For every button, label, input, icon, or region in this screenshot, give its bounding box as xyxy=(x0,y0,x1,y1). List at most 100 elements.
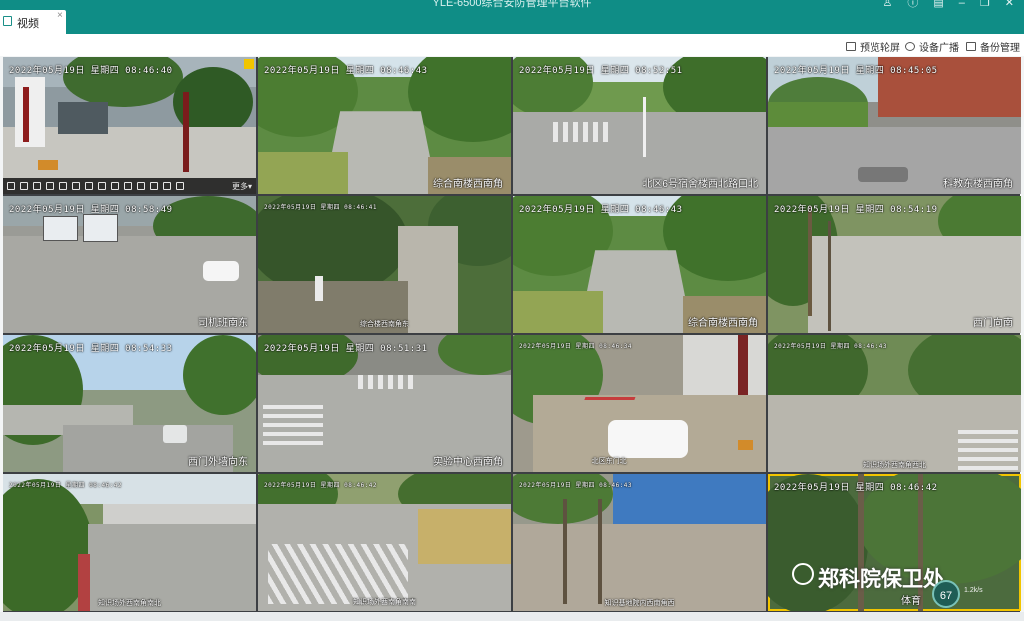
camera-timestamp: 2022年05月19日 星期四 08:54:19 xyxy=(774,205,938,215)
grass xyxy=(513,291,603,333)
camera-timestamp: 2022年05月19日 星期四 08:46:43 xyxy=(264,66,428,76)
camera-tile[interactable]: 2022年05月19日 星期四 08:46:40 更多▾ xyxy=(3,57,256,194)
camera-tile[interactable]: 2022年05月19日 星期四 08:51:31 实验中心西南角 xyxy=(258,335,511,472)
road-sign xyxy=(738,440,753,450)
car xyxy=(163,425,187,443)
speed-value: 67 xyxy=(939,590,953,602)
camera-tile[interactable]: 2022年05月19日 星期四 08:54:19 西门向南 xyxy=(768,196,1021,333)
close-icon[interactable]: ✕ xyxy=(1005,0,1014,9)
broadcast-label: 设备广播 xyxy=(919,42,959,54)
camera-label: 综合南楼西南角 xyxy=(433,179,503,190)
maximize-icon[interactable]: ❐ xyxy=(980,0,990,9)
app-title: YLE-6500综合安防管理平台软件 xyxy=(432,0,592,9)
zoom-out-icon[interactable] xyxy=(137,182,145,190)
camera-tile[interactable]: 2022年05月19日 星期四 08:46:42 知识场外西南角南南 xyxy=(258,474,511,611)
minimize-icon[interactable]: – xyxy=(959,0,965,9)
camera-tile[interactable]: 2022年05月19日 星期四 08:46:43 综合南楼西南角 xyxy=(258,57,511,194)
camera-timestamp: 2022年05月19日 星期四 08:51:31 xyxy=(264,344,428,354)
speed-gauge: 67 xyxy=(932,580,960,608)
camera-timestamp: 2022年05月19日 星期四 08:46:43 xyxy=(519,482,633,489)
building-wall xyxy=(15,77,45,147)
zoom-in-icon[interactable] xyxy=(124,182,132,190)
camera-label: 体育 xyxy=(901,596,921,607)
selected-corner-tag xyxy=(244,59,254,69)
more-button[interactable]: 更多▾ xyxy=(232,181,252,192)
window-controls: ♙ ⓘ ▤ – ❐ ✕ xyxy=(883,0,1015,9)
crosswalk xyxy=(958,430,1018,470)
volume-icon[interactable] xyxy=(98,182,106,190)
tree-trunk xyxy=(598,499,602,604)
pillar xyxy=(183,92,189,172)
title-bar: YLE-6500综合安防管理平台软件 ♙ ⓘ ▤ – ❐ ✕ 视频 × xyxy=(0,0,1024,34)
microphone-icon[interactable] xyxy=(150,182,158,190)
target-icon[interactable] xyxy=(176,182,184,190)
camera-label: 知识基地院内西南角西 xyxy=(604,600,675,607)
camera-tile[interactable]: 2022年05月19日 星期四 08:46:43 知识基地院内西南角西 xyxy=(513,474,766,611)
watermark-text: 郑科院保卫处 xyxy=(818,568,944,591)
stop-icon[interactable] xyxy=(7,182,15,190)
manhole xyxy=(858,167,908,182)
grass xyxy=(418,509,511,564)
camera-label: 西门向南 xyxy=(973,318,1013,329)
white-suv xyxy=(608,420,688,458)
camera-tile[interactable]: 2022年05月19日 星期四 08:58:49 司机班南东 xyxy=(3,196,256,333)
backup-button[interactable]: 备份管理 xyxy=(966,39,1020,54)
camera-tile[interactable]: 2022年05月19日 星期四 08:46:42 知识场外西南角南北 xyxy=(3,474,256,611)
status-bar xyxy=(0,612,1024,621)
camera-timestamp: 2022年05月19日 星期四 08:52:51 xyxy=(519,66,683,76)
menu-icon[interactable]: ▤ xyxy=(933,0,943,9)
alarm-icon[interactable] xyxy=(163,182,171,190)
camera-snapshot-icon[interactable] xyxy=(33,182,41,190)
camera-timestamp: 2022年05月19日 星期四 08:46:42 xyxy=(9,482,123,489)
camera-label: 西门外墙向东 xyxy=(188,457,248,468)
info-icon[interactable]: ⓘ xyxy=(907,0,918,9)
tab-close-icon[interactable]: × xyxy=(57,11,63,21)
grass xyxy=(258,152,348,194)
playback-icon[interactable] xyxy=(72,182,80,190)
video-grid: 2022年05月19日 星期四 08:46:40 更多▾ 2022年05月19日… xyxy=(3,57,1021,612)
record-icon[interactable] xyxy=(20,182,28,190)
network-speed: 1.2k/s xyxy=(964,587,983,594)
camera-tile[interactable]: 2022年05月19日 星期四 08:45:05 科教东楼西南角 xyxy=(768,57,1021,194)
camera-timestamp: 2022年05月19日 星期四 08:54:33 xyxy=(9,344,173,354)
camera-tile[interactable]: 2022年05月19日 星期四 08:46:34 北区东门北 xyxy=(513,335,766,472)
crosswalk xyxy=(268,544,408,604)
broadcast-icon xyxy=(905,41,915,51)
camera-timestamp: 2022年05月19日 星期四 08:58:49 xyxy=(9,205,173,215)
tree-trunk xyxy=(563,499,567,604)
camera-label: 知识场外西南角西北 xyxy=(863,462,926,469)
video-icon[interactable] xyxy=(59,182,67,190)
white-car xyxy=(203,261,239,281)
bus xyxy=(83,214,118,242)
camera-tile[interactable]: 2022年05月19日 星期四 08:54:33 西门外墙向东 xyxy=(3,335,256,472)
camera-label: 知识场外西南角南南 xyxy=(353,599,416,606)
image-icon[interactable] xyxy=(46,182,54,190)
camera-tile[interactable]: 2022年05月19日 星期四 08:46:41 综合楼西南角东 xyxy=(258,196,511,333)
camera-timestamp: 2022年05月19日 星期四 08:46:43 xyxy=(519,205,683,215)
camera-label: 实验中心西南角 xyxy=(433,457,503,468)
pole xyxy=(643,97,646,157)
preview-polling-button[interactable]: 预览轮屏 xyxy=(846,39,900,54)
camera-tile[interactable]: 2022年05月19日 星期四 08:46:43 知识场外西南角西北 xyxy=(768,335,1021,472)
camera-label: 科教东楼西南角 xyxy=(943,179,1013,190)
gate xyxy=(58,102,108,134)
camera-timestamp: 2022年05月19日 星期四 08:46:40 xyxy=(9,66,173,76)
camera-label: 北区东门北 xyxy=(591,458,627,465)
ptz-icon[interactable] xyxy=(85,182,93,190)
road-sign xyxy=(38,160,58,170)
tab-video-label: 视频 xyxy=(17,18,39,30)
camera-tile[interactable]: 2022年05月19日 星期四 08:52:51 北区6号宿舍楼西北路口北 xyxy=(513,57,766,194)
ptz-control-bar: 更多▾ xyxy=(3,178,256,194)
camera-label: 综合楼西南角东 xyxy=(360,321,409,328)
camera-timestamp: 2022年05月19日 星期四 08:46:41 xyxy=(264,204,378,211)
barrier xyxy=(584,380,642,400)
share-icon[interactable] xyxy=(111,182,119,190)
broadcast-button[interactable]: 设备广播 xyxy=(905,39,959,54)
preview-polling-label: 预览轮屏 xyxy=(860,42,900,54)
tab-video[interactable]: 视频 × xyxy=(0,10,66,34)
person xyxy=(315,276,323,301)
screen-grid-icon xyxy=(846,41,856,51)
camera-tile[interactable]: 2022年05月19日 星期四 08:46:43 综合南楼西南角 xyxy=(513,196,766,333)
camera-label: 综合南楼西南角 xyxy=(688,318,758,329)
user-icon[interactable]: ♙ xyxy=(883,0,893,9)
